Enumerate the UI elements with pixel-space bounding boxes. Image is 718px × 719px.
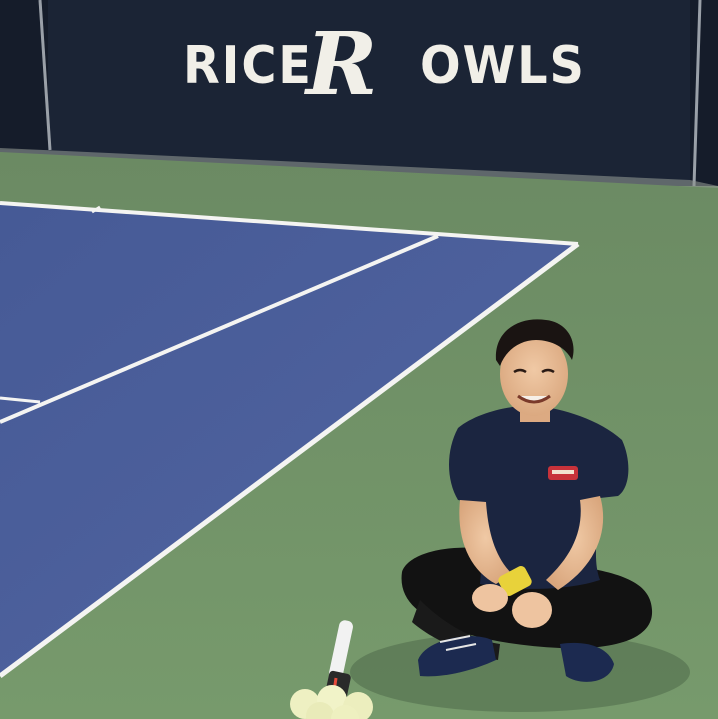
owls-logo-mark: R — [306, 14, 378, 115]
tennis-court-photo: RICE R OWLS — [0, 0, 718, 719]
left-hand — [472, 584, 508, 612]
banner-text-rice: RICE — [183, 36, 313, 96]
right-hand — [512, 592, 552, 628]
banner-text-owls: OWLS — [420, 36, 586, 96]
